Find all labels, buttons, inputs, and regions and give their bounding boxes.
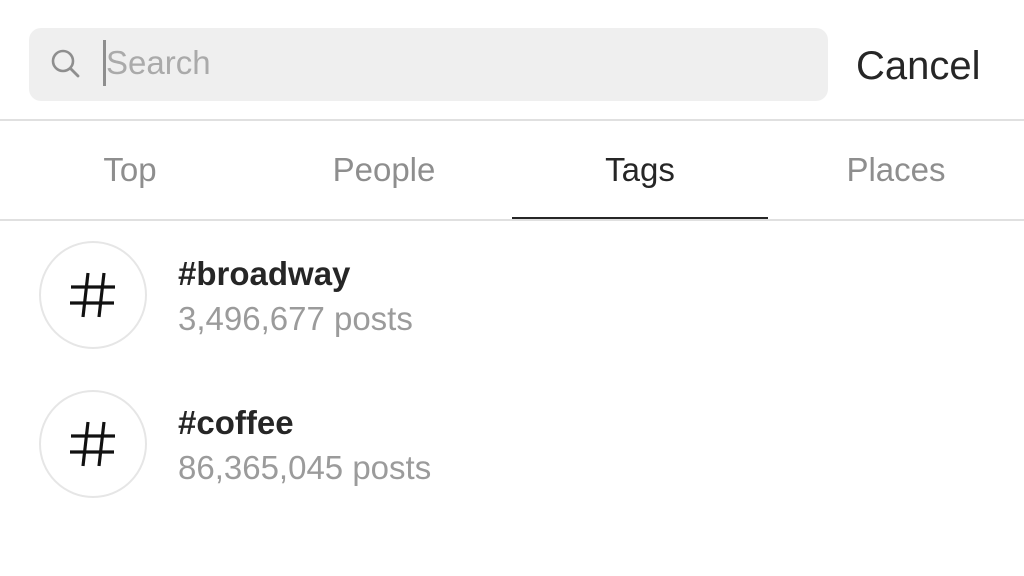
search-input[interactable]: [106, 37, 786, 89]
post-count: 3,496,677 posts: [178, 300, 413, 337]
tab-label: Top: [103, 151, 157, 188]
search-icon: [51, 49, 80, 78]
tag-search-screen: Cancel Top People Tags Places #broadway …: [0, 0, 1024, 576]
hashtag-icon: [70, 272, 115, 318]
tab-top[interactable]: Top: [0, 121, 256, 219]
hashtag-name: #broadway: [178, 255, 351, 292]
list-item[interactable]: #broadway 3,496,677 posts: [0, 221, 1024, 369]
tab-places[interactable]: Places: [768, 121, 1024, 219]
search-header: Cancel: [0, 0, 1024, 120]
hashtag-avatar: [39, 241, 147, 349]
post-count: 86,365,045 posts: [178, 449, 432, 486]
list-item[interactable]: #coffee 86,365,045 posts: [0, 370, 1024, 518]
cancel-button[interactable]: Cancel: [856, 38, 981, 94]
tab-tags[interactable]: Tags: [512, 121, 768, 220]
tab-people[interactable]: People: [256, 121, 512, 219]
hashtag-name: #coffee: [178, 404, 294, 441]
hashtag-icon: [70, 421, 115, 467]
tab-label: People: [332, 151, 436, 188]
hashtag-avatar: [39, 390, 147, 498]
tab-label: Tags: [605, 151, 675, 188]
search-tabs: Top People Tags Places: [0, 121, 1024, 220]
tab-label: Places: [846, 151, 946, 188]
